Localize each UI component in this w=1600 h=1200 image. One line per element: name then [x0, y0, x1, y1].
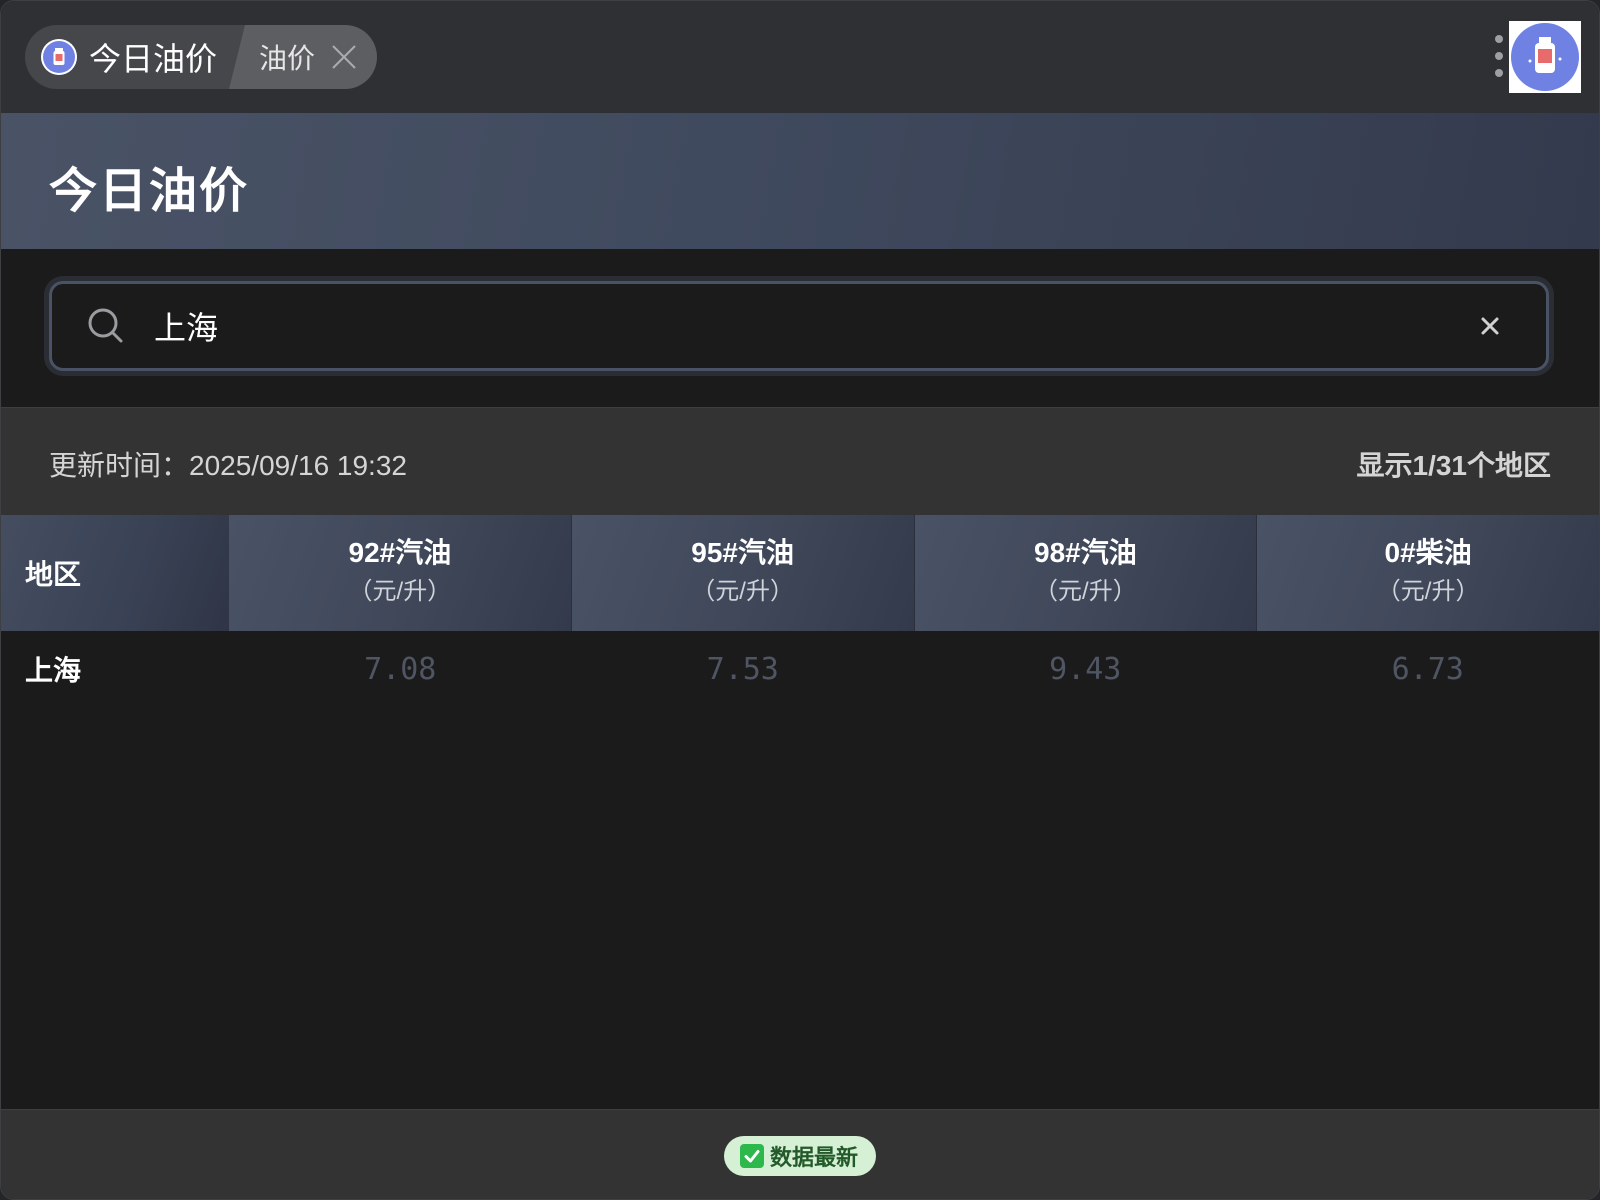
oil-app-icon	[41, 39, 77, 75]
check-icon	[739, 1144, 764, 1168]
cell-price-diesel: 6.73	[1391, 651, 1464, 687]
cell-region: 上海	[25, 655, 82, 686]
clear-icon[interactable]	[1470, 306, 1510, 346]
avatar[interactable]	[1509, 21, 1581, 93]
column-header-diesel-unit: （元/升）	[1376, 578, 1480, 605]
column-header-95: 95#汽油 （元/升）	[570, 515, 914, 631]
column-header-92-unit: （元/升）	[348, 578, 452, 605]
region-count: 显示1/31个地区	[1356, 450, 1552, 481]
table-header: 地区 92#汽油 （元/升） 95#汽油 （元/升） 98#汽油 （元/升） 0…	[1, 515, 1599, 631]
update-time: 更新时间：2025/09/16 19:32	[49, 450, 407, 481]
column-header-98-title: 98#汽油	[1034, 537, 1137, 568]
status-text: 数据最新	[769, 1145, 859, 1170]
cell-price-95: 7.53	[706, 651, 779, 687]
top-bar: 今日油价 油价	[1, 1, 1599, 113]
search-section	[1, 249, 1599, 407]
table-row[interactable]: 上海 7.08 7.53 9.43 6.73	[1, 631, 1599, 707]
column-header-92: 92#汽油 （元/升）	[229, 515, 571, 631]
tab-oil-price-home[interactable]: 今日油价	[25, 25, 254, 89]
column-header-92-title: 92#汽油	[348, 537, 452, 568]
column-header-98-unit: （元/升）	[1034, 578, 1137, 605]
info-bar: 更新时间：2025/09/16 19:32 显示1/31个地区	[1, 407, 1599, 517]
column-header-98: 98#汽油 （元/升）	[913, 515, 1257, 631]
close-icon[interactable]	[331, 44, 357, 70]
tab-main-label: 今日油价	[89, 41, 218, 77]
app-window: 今日油价 油价 今日油价 上海 更新时间：2025/09/16 19:32 显示…	[0, 0, 1600, 1200]
status-badge: 数据最新	[723, 1136, 877, 1176]
more-icon[interactable]	[1493, 35, 1505, 77]
tab-second-label: 油价	[259, 43, 316, 74]
search-input[interactable]	[152, 295, 1470, 357]
table-body: 上海 7.08 7.53 9.43 6.73	[1, 631, 1599, 1109]
tab-oil-price[interactable]: 油价	[229, 25, 378, 89]
column-header-95-unit: （元/升）	[691, 578, 794, 605]
tab-strip: 今日油价 油价	[25, 25, 378, 89]
column-header-95-title: 95#汽油	[691, 537, 794, 568]
search-box[interactable]	[49, 281, 1549, 371]
column-header-diesel-title: 0#柴油	[1384, 537, 1472, 568]
search-icon	[86, 306, 126, 346]
title-banner: 今日油价	[1, 113, 1599, 249]
oil-app-avatar-icon	[1511, 23, 1579, 91]
footer: 数据最新	[1, 1109, 1599, 1199]
cell-price-92: 7.08	[364, 651, 437, 687]
column-header-region: 地区	[1, 515, 229, 631]
column-header-diesel: 0#柴油 （元/升）	[1256, 515, 1599, 631]
column-header-region-label: 地区	[25, 559, 82, 590]
cell-price-98: 9.43	[1049, 651, 1122, 687]
page-title: 今日油价	[49, 165, 250, 218]
